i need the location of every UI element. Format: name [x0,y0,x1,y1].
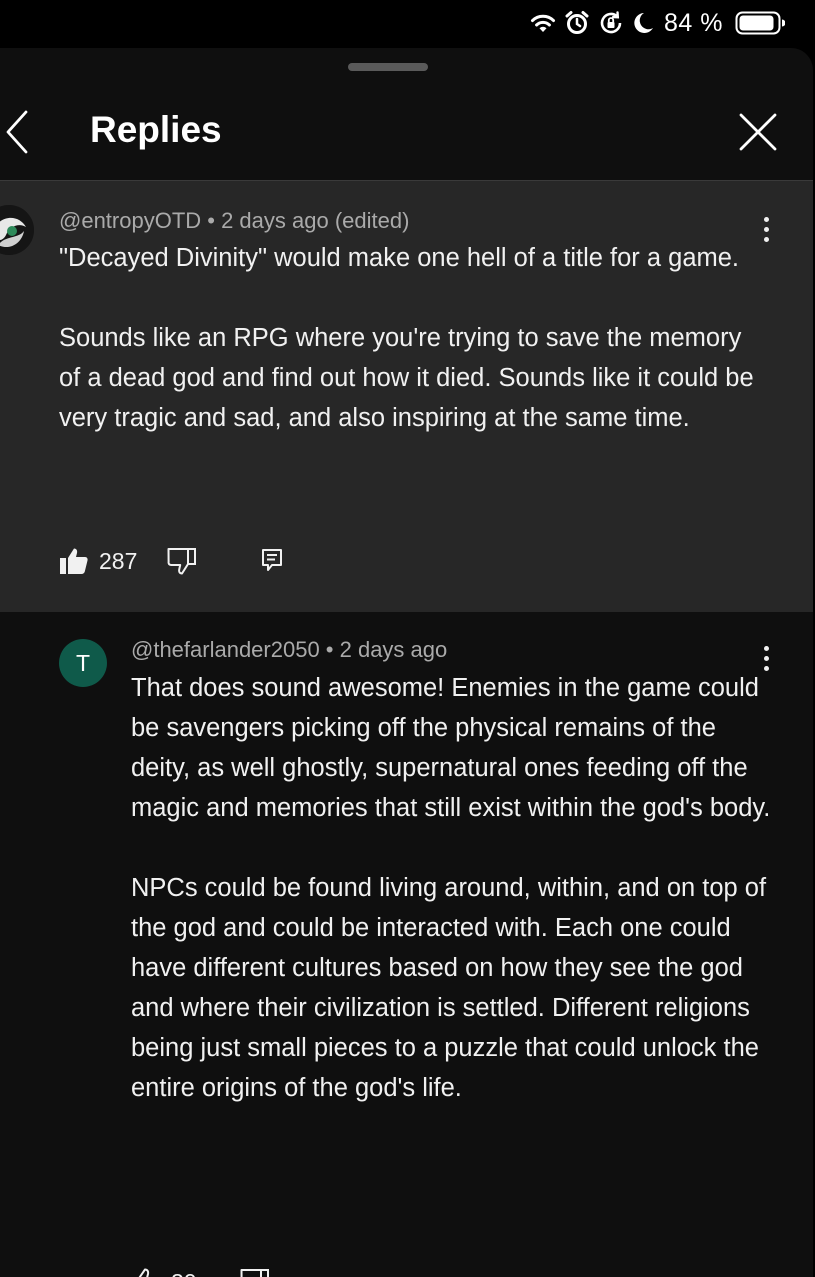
avatar[interactable]: T [59,639,107,687]
like-button[interactable]: 30 [131,1268,197,1277]
like-button[interactable]: 287 [59,547,137,575]
reply-button[interactable] [261,548,285,574]
comment-timestamp: • 2 days ago (edited) [201,208,410,233]
page-title: Replies [90,109,222,150]
comment-author[interactable]: @entropyOTD [59,208,201,233]
replies-header: Replies [0,88,813,180]
status-icons: 84 % [530,8,785,38]
kebab-dot [763,226,769,232]
battery-icon [735,11,785,35]
like-count: 30 [171,1269,197,1277]
close-button[interactable] [734,108,782,156]
dislike-button[interactable] [240,1268,270,1277]
comment-meta: @entropyOTD • 2 days ago (edited) [59,208,409,234]
kebab-dot [763,645,769,651]
rotation-lock-icon [600,11,622,34]
comment-timestamp: • 2 days ago [319,637,448,662]
avatar[interactable] [0,205,34,255]
dislike-button[interactable] [167,547,197,575]
comment-actions: 287 [59,547,285,575]
thumbs-up-filled-icon [60,548,88,574]
kebab-dot [763,216,769,222]
status-bar: 84 % [0,0,815,48]
alarm-icon [565,11,589,34]
kebab-dot [763,236,769,242]
replies-sheet: Replies @entropyOTD • 2 days ago (edited… [0,48,813,1277]
comment-icon [262,549,283,571]
avatar-image [0,205,34,255]
comment-text: "Decayed Divinity" would make one hell o… [59,244,754,432]
close-icon [739,113,777,151]
comment-author[interactable]: @thefarlander2050 [131,637,320,662]
back-button[interactable] [0,108,40,156]
parent-comment: @entropyOTD • 2 days ago (edited) "Decay… [0,181,813,612]
battery-percent: 84 % [664,8,723,37]
kebab-dot [763,655,769,661]
like-count: 287 [99,547,138,574]
thumbs-up-icon [138,1268,157,1277]
chevron-left-icon [6,110,28,154]
wifi-icon [531,14,556,32]
moon-icon [634,13,654,33]
comment-actions: 30 [131,1268,270,1277]
thumbs-down-icon [167,548,197,575]
comment-text: That does sound awesome! Enemies in the … [131,674,771,1102]
thumbs-down-icon [240,1269,269,1277]
comment-meta: @thefarlander2050 • 2 days ago [131,637,447,663]
drag-handle[interactable] [348,63,428,71]
reply-comment: T @thefarlander2050 • 2 days ago That do… [0,612,813,1277]
